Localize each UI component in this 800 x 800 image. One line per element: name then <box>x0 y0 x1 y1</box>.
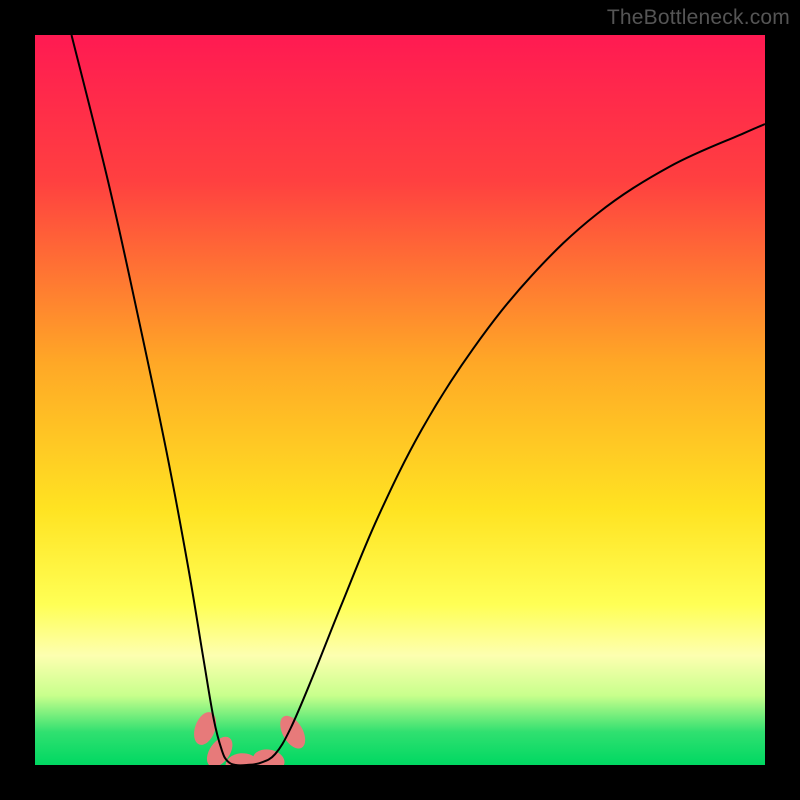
curve-layer <box>35 35 765 765</box>
marker-4 <box>251 747 286 765</box>
plot-area <box>35 35 765 765</box>
chart-frame: TheBottleneck.com <box>0 0 800 800</box>
watermark-text: TheBottleneck.com <box>607 6 790 30</box>
